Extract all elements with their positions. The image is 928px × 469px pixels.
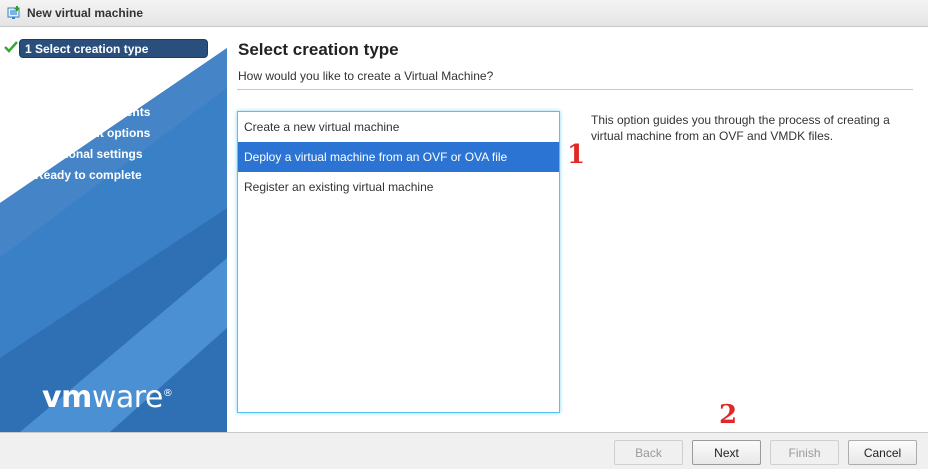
step-label: 1 Select creation type (25, 41, 149, 56)
next-button[interactable]: Next (692, 440, 761, 465)
annotation-marker-1: 1 (567, 140, 586, 170)
step-label: 7 Ready to complete (25, 167, 142, 182)
step-ready-to-complete[interactable]: 7 Ready to complete (0, 164, 227, 185)
wizard-main-panel: Select creation type How would you like … (227, 28, 928, 432)
wizard-steps: 1 Select creation type 2 Select OVF and … (0, 38, 227, 185)
step-select-creation-type[interactable]: 1 Select creation type (0, 38, 227, 59)
annotation-marker-2: 2 (719, 400, 738, 430)
page-title: Select creation type (238, 40, 399, 59)
vmware-logo: vmware® (42, 380, 173, 415)
finish-button[interactable]: Finish (770, 440, 839, 465)
step-label: 5 Deployment options (25, 125, 151, 140)
cancel-button[interactable]: Cancel (848, 440, 917, 465)
step-deployment-options[interactable]: 5 Deployment options (0, 122, 227, 143)
window-title: New virtual machine (27, 6, 144, 20)
wizard-sidebar: 1 Select creation type 2 Select OVF and … (0, 28, 227, 432)
option-description: This option guides you through the proce… (591, 113, 890, 143)
step-label: 3 Select storage (25, 83, 118, 98)
step-select-ovf-vmdk[interactable]: 2 Select OVF and VMDK files (0, 59, 227, 80)
step-license-agreements[interactable]: 4 License agreements (0, 101, 227, 122)
step-label: 2 Select OVF and VMDK files (25, 62, 190, 77)
step-select-storage[interactable]: 3 Select storage (0, 80, 227, 101)
step-additional-settings[interactable]: 6 Additional settings (0, 143, 227, 164)
divider (237, 89, 913, 90)
page-subtitle: How would you like to create a Virtual M… (238, 69, 494, 83)
step-label: 6 Additional settings (25, 146, 143, 161)
new-vm-icon (6, 5, 22, 21)
window-titlebar: New virtual machine (0, 0, 928, 27)
creation-type-list[interactable]: Create a new virtual machine Deploy a vi… (237, 111, 560, 413)
wizard-footer: Back Next Finish Cancel (0, 432, 928, 469)
checkmark-icon (4, 40, 18, 54)
step-label: 4 License agreements (25, 104, 151, 119)
option-create-new-vm[interactable]: Create a new virtual machine (238, 112, 559, 142)
back-button[interactable]: Back (614, 440, 683, 465)
option-deploy-from-ovf-ova[interactable]: Deploy a virtual machine from an OVF or … (238, 142, 559, 172)
option-register-existing-vm[interactable]: Register an existing virtual machine (238, 172, 559, 202)
